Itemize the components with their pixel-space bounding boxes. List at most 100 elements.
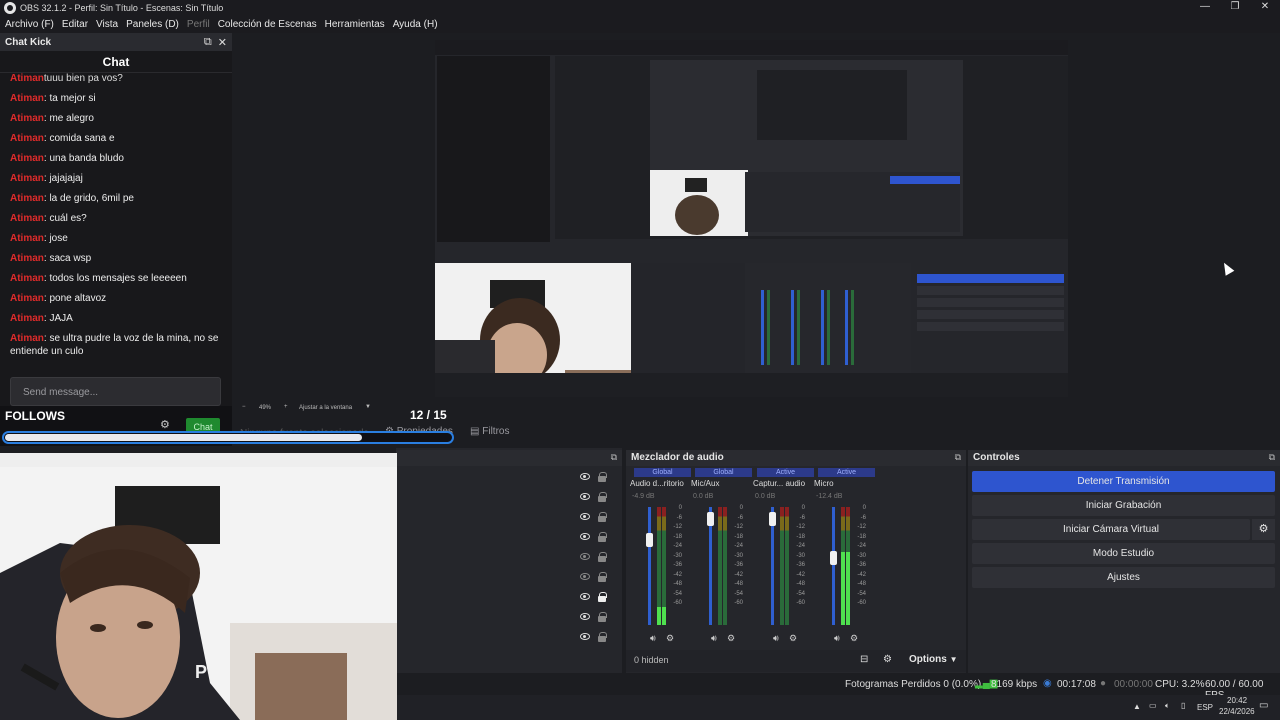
zoom-out-icon[interactable]: − [242,404,246,410]
eye-icon[interactable] [580,633,590,640]
chat-username[interactable]: Atiman [10,113,44,124]
chevron-down-icon[interactable]: ▼ [365,404,371,410]
menu-herramientas[interactable]: Herramientas [325,19,385,30]
mixer-options-button[interactable]: Options ▼ [909,654,957,665]
dock-float-icon[interactable]: ⧉ [955,452,961,463]
chat-username[interactable]: Atiman [10,133,44,144]
menu-ayuda[interactable]: Ayuda (H) [393,19,438,30]
source-row[interactable] [396,488,622,508]
chat-username[interactable]: Atiman [10,273,44,284]
chat-username[interactable]: Atiman [10,313,44,324]
source-row[interactable] [396,628,622,648]
lock-icon[interactable] [598,472,607,482]
controls-header: Controles ⧉ [968,450,1280,466]
chat-message: Atiman: cuál es? [0,209,230,229]
volume-icon[interactable]: 🔈︎ [1165,701,1170,711]
chat-panel: Chat Atimantuuu bien pa vos? Atiman: ta … [0,51,232,406]
program-preview[interactable] [435,40,1068,397]
volume-fader-knob[interactable] [707,512,714,526]
chat-username[interactable]: Atiman [10,253,44,264]
eye-hidden-icon[interactable] [580,573,590,580]
speaker-icon[interactable]: 🔊︎ [773,633,779,644]
menu-coleccion-escenas[interactable]: Colección de Escenas [218,19,317,30]
settings-button[interactable]: Ajustes [972,567,1275,588]
source-row[interactable] [396,608,622,628]
eye-icon[interactable] [580,613,590,620]
source-row[interactable] [396,468,622,488]
lock-icon[interactable] [598,572,607,582]
virtual-camera-settings-gear-icon[interactable]: ⚙ [1252,519,1275,540]
eye-icon[interactable] [580,513,590,520]
fit-window-select[interactable]: Ajustar a la ventana [299,405,352,411]
lock-icon[interactable] [598,512,607,522]
stop-stream-button[interactable]: Detener Transmisión [972,471,1275,492]
chevron-up-icon[interactable]: ▲ [1133,702,1141,711]
chat-username[interactable]: Atiman [10,293,44,304]
lock-icon[interactable] [598,612,607,622]
source-row[interactable] [396,508,622,528]
channel-settings-gear-icon[interactable]: ⚙ [789,633,797,644]
lock-icon[interactable] [598,632,607,642]
language-indicator[interactable]: ESP [1197,703,1213,712]
menu-editar[interactable]: Editar [62,19,88,30]
eye-icon[interactable] [580,593,590,600]
lock-icon[interactable] [598,492,607,502]
start-recording-button[interactable]: Iniciar Grabación [972,495,1275,516]
close-button[interactable]: ✕ [1250,0,1280,16]
lock-icon[interactable] [598,552,607,562]
clock-date[interactable]: 22/4/2026 [1219,707,1255,716]
minimize-button[interactable]: — [1190,0,1220,16]
source-row[interactable] [396,528,622,548]
menu-perfil[interactable]: Perfil [187,19,210,30]
menu-paneles[interactable]: Paneles (D) [126,19,179,30]
filters-button[interactable]: ▤ Filtros [470,426,509,437]
channel-settings-gear-icon[interactable]: ⚙ [666,633,674,644]
lock-icon[interactable] [598,532,607,542]
advanced-audio-icon[interactable]: ⚙ [883,654,892,665]
dock-float-icon[interactable]: ⧉ [1269,452,1275,463]
mixer-layout-icon[interactable]: ⊟ [860,654,868,665]
menu-archivo[interactable]: Archivo (F) [5,19,54,30]
channel-settings-gear-icon[interactable]: ⚙ [727,633,735,644]
volume-fader-knob[interactable] [830,551,837,565]
eye-hidden-icon[interactable] [580,553,590,560]
volume-fader-knob[interactable] [769,512,776,526]
notification-icon[interactable]: ▭ [1259,700,1268,711]
chat-username[interactable]: Atiman [10,333,44,344]
menu-vista[interactable]: Vista [96,19,118,30]
volume-fader-track[interactable] [832,507,835,625]
chat-username[interactable]: Atiman [10,233,44,244]
source-row[interactable] [396,568,622,588]
network-icon[interactable]: ▭ [1149,701,1157,710]
lock-icon[interactable] [598,592,607,602]
chat-username[interactable]: Atiman [10,193,44,204]
chat-settings-gear-icon[interactable]: ⚙ [160,420,170,431]
volume-fader-track[interactable] [648,507,651,625]
source-row[interactable] [396,588,622,608]
source-row[interactable] [396,548,622,568]
eye-icon[interactable] [580,533,590,540]
chat-username[interactable]: Atiman [10,93,44,104]
speaker-icon[interactable]: 🔊︎ [650,633,656,644]
dock-close-icon[interactable]: ✕ [218,36,227,49]
chat-username[interactable]: Atiman [10,173,44,184]
eye-icon[interactable] [580,493,590,500]
studio-mode-button[interactable]: Modo Estudio [972,543,1275,564]
maximize-button[interactable]: ❐ [1220,0,1250,16]
db-tick-label: -60 [857,600,866,606]
speaker-icon[interactable]: 🔊︎ [834,633,840,644]
chat-username[interactable]: Atiman [10,213,44,224]
clock-time[interactable]: 20:42 [1227,696,1247,705]
speaker-icon[interactable]: 🔊︎ [711,633,717,644]
dock-float-icon[interactable]: ⧉ [204,36,212,49]
chat-username[interactable]: Atiman [10,153,44,164]
volume-fader-knob[interactable] [646,533,653,547]
start-virtual-camera-button[interactable]: Iniciar Cámara Virtual [972,519,1250,540]
dock-float-icon[interactable]: ⧉ [611,452,617,463]
chat-text: : jajajajaj [43,173,83,184]
channel-settings-gear-icon[interactable]: ⚙ [850,633,858,644]
zoom-in-icon[interactable]: + [284,404,288,410]
eye-icon[interactable] [580,473,590,480]
send-message-input[interactable]: Send message... [10,377,221,406]
battery-icon[interactable]: ▯ [1181,701,1185,710]
